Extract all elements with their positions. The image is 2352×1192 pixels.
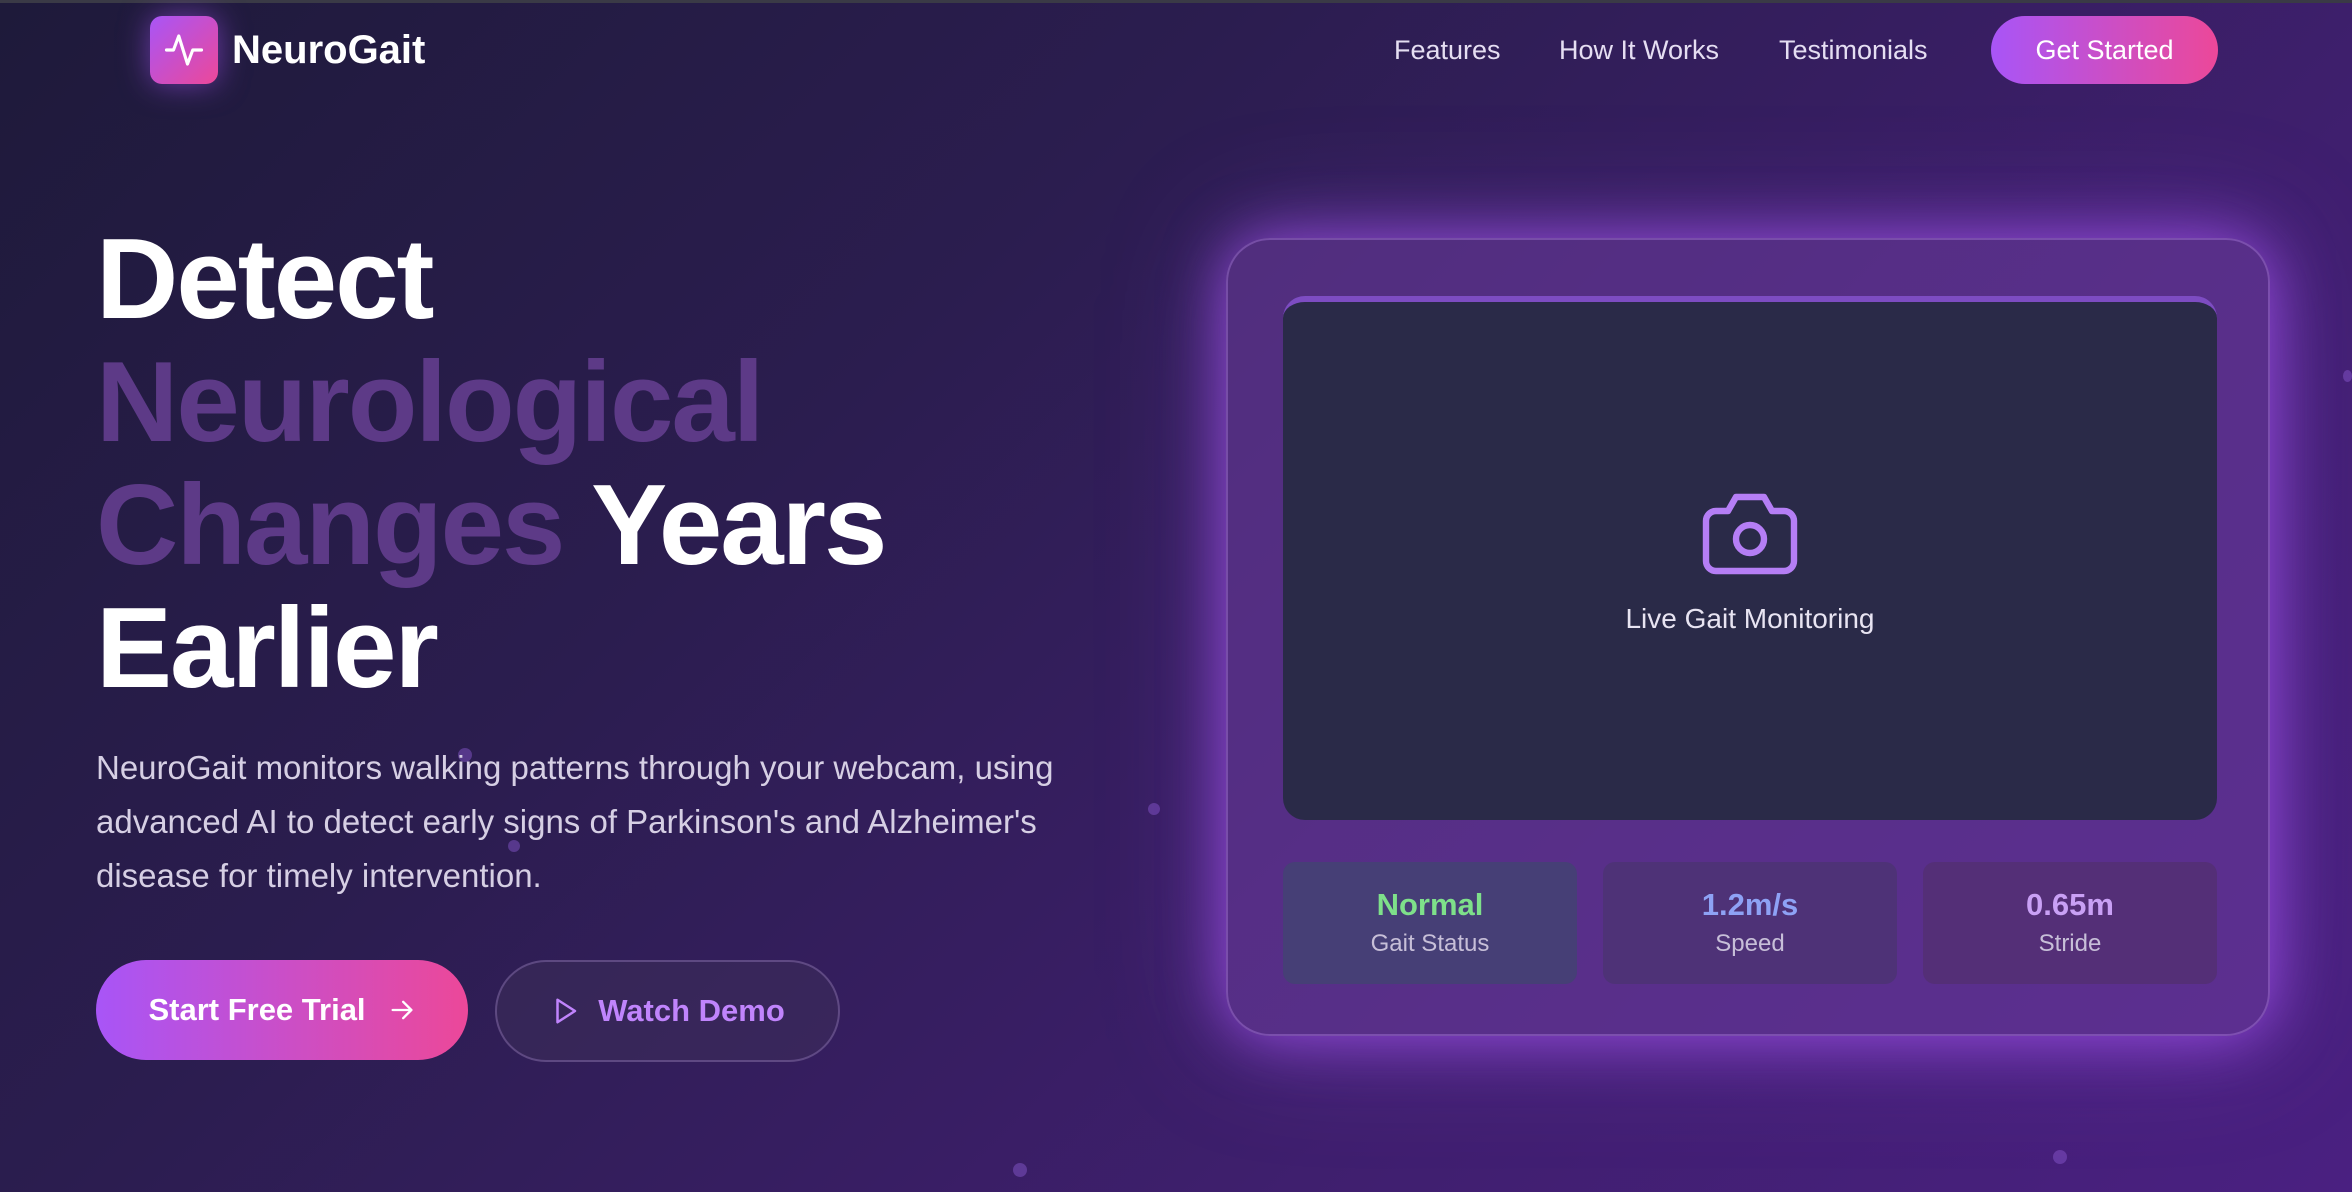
stat-value: 0.65m <box>2026 887 2114 922</box>
brand-name[interactable]: NeuroGait <box>232 22 425 78</box>
live-video-panel[interactable]: Live Gait Monitoring <box>1283 296 2217 820</box>
stat-card-speed: 1.2m/s Speed <box>1603 862 1897 984</box>
hero-title: Detect Neurological Changes Years Earlie… <box>96 218 1156 710</box>
title-word-neurological: Neurological <box>96 339 764 466</box>
decorative-dot <box>2343 370 2352 382</box>
video-label: Live Gait Monitoring <box>1625 603 1875 634</box>
stat-label: Speed <box>1715 930 1785 957</box>
stat-label: Stride <box>2038 930 2102 957</box>
hero-description: NeuroGait monitors walking patterns thro… <box>96 749 1054 894</box>
play-icon <box>556 998 577 1024</box>
start-free-trial-button[interactable]: Start Free Trial <box>96 960 468 1060</box>
pulse-icon <box>164 34 204 66</box>
get-started-button[interactable]: Get Started <box>1991 16 2218 84</box>
gait-monitor-card: Live Gait Monitoring Normal Gait Status … <box>1226 238 2270 1036</box>
title-word-detect: Detect <box>96 216 434 343</box>
decorative-dot <box>1013 1163 1027 1177</box>
logo-badge[interactable] <box>150 16 218 84</box>
stat-card-stride: 0.65m Stride <box>1923 862 2217 984</box>
nav-link-features[interactable]: Features <box>1394 30 1501 70</box>
title-word-changes: Changes <box>96 462 565 589</box>
stat-label: Gait Status <box>1370 930 1490 957</box>
camera-icon <box>1702 493 1798 575</box>
decorative-dot <box>2053 1150 2067 1164</box>
watch-demo-button[interactable]: Watch Demo <box>495 960 840 1062</box>
nav-link-how-it-works[interactable]: How It Works <box>1559 30 1719 70</box>
top-border <box>0 0 2352 3</box>
stat-card-gait-status: Normal Gait Status <box>1283 862 1577 984</box>
nav-link-testimonials[interactable]: Testimonials <box>1779 30 1928 70</box>
watch-demo-label: Watch Demo <box>598 993 785 1028</box>
start-free-trial-label: Start Free Trial <box>148 992 366 1027</box>
title-word-earlier: Earlier <box>96 585 439 712</box>
stat-value: 1.2m/s <box>1701 887 1799 922</box>
stat-value: Normal <box>1376 887 1484 922</box>
arrow-right-icon <box>391 1000 413 1020</box>
title-word-years: Years <box>591 462 887 589</box>
